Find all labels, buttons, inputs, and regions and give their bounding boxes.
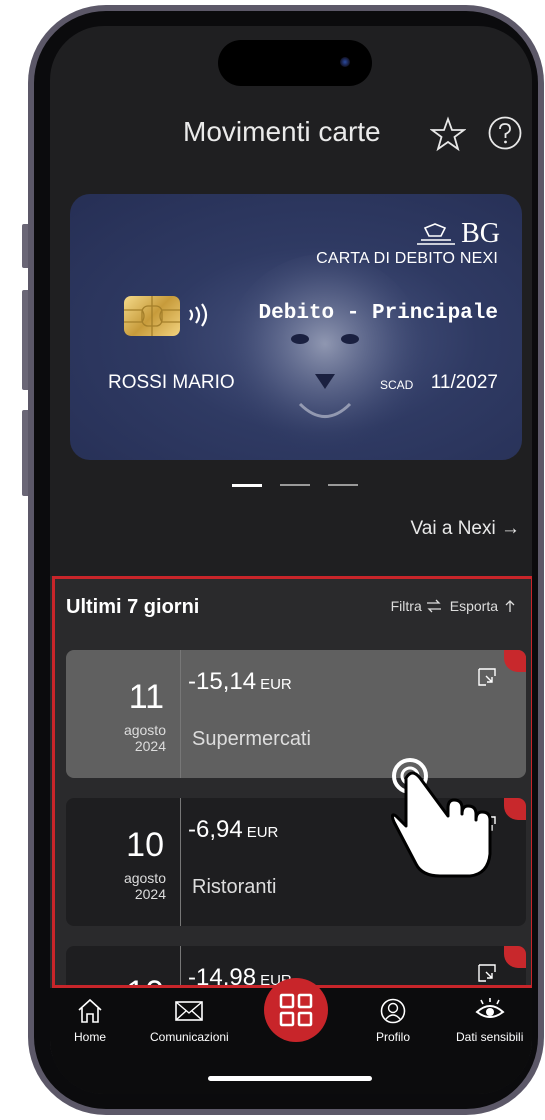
bank-logo-text: BG — [461, 218, 500, 249]
row-divider — [180, 650, 181, 778]
tap-hand-icon — [390, 758, 492, 878]
card-issuer: CARTA DI DEBITO NEXI — [316, 250, 498, 267]
card-type: Debito - Principale — [258, 302, 498, 325]
nav-label-dati-sensibili: Dati sensibili — [456, 1030, 524, 1044]
app-screen: Movimenti carte BG CARTA DI DEBITO NEXI … — [50, 26, 532, 1094]
camera-icon — [340, 57, 350, 67]
nav-label-home: Home — [74, 1030, 107, 1044]
transaction-year: 2024 — [134, 738, 166, 754]
vai-a-nexi-link[interactable]: Vai a Nexi → — [411, 518, 520, 540]
help-icon[interactable] — [488, 116, 522, 150]
transaction-amount: -15,14 EUR — [188, 668, 292, 696]
nav-label-comunicazioni: Comunicazioni — [150, 1030, 229, 1044]
export-button[interactable]: Esporta — [450, 598, 518, 614]
nav-item-comunicazioni[interactable]: Comunicazioni — [150, 998, 229, 1044]
filter-label: Filtra — [390, 598, 422, 614]
star-icon[interactable] — [430, 116, 466, 152]
transactions-actions: Filtra Esporta — [391, 598, 518, 614]
card-page-indicator[interactable] — [232, 484, 358, 488]
open-detail-icon[interactable] — [478, 964, 496, 982]
debit-card[interactable]: BG CARTA DI DEBITO NEXI Debito - Princip… — [70, 194, 522, 460]
main-menu-button[interactable] — [264, 978, 328, 1042]
home-indicator[interactable] — [208, 1076, 372, 1081]
transaction-month: agosto — [123, 722, 166, 738]
transactions-title: Ultimi 7 giorni — [66, 596, 200, 618]
amount-value: -14,98 — [188, 964, 257, 991]
eye-icon — [475, 998, 505, 1018]
nav-item-profilo[interactable]: Profilo — [376, 998, 410, 1044]
export-label: Esporta — [449, 598, 498, 614]
export-icon — [505, 600, 515, 612]
new-indicator-badge — [504, 798, 526, 820]
new-indicator-badge — [504, 946, 526, 968]
transaction-date: 11 agosto 2024 — [66, 650, 180, 778]
grid-icon — [279, 993, 313, 1027]
volume-down-button — [22, 410, 28, 496]
winged-lion-logo-icon — [417, 223, 456, 245]
nav-item-dati-sensibili[interactable]: Dati sensibili — [456, 998, 523, 1044]
transaction-month: agosto — [123, 870, 166, 886]
volume-up-button — [22, 290, 28, 390]
chip-icon — [124, 296, 180, 336]
expiry-date: 11/2027 — [430, 372, 498, 393]
contactless-icon — [189, 303, 208, 327]
page-title: Movimenti carte — [183, 116, 381, 147]
row-divider — [180, 798, 181, 926]
amount-value: -15,14 — [188, 668, 257, 695]
lion-artwork — [225, 254, 425, 454]
mail-icon — [175, 1001, 204, 1021]
new-indicator-badge — [504, 650, 526, 672]
amount-currency: EUR — [246, 824, 279, 841]
transaction-day: 11 — [128, 678, 164, 716]
page-dot-3[interactable] — [328, 484, 358, 486]
dynamic-island — [218, 40, 372, 86]
transaction-category: Ristoranti — [192, 876, 277, 898]
transaction-day: 10 — [126, 826, 164, 864]
card-holder-name: ROSSI MARIO — [108, 372, 235, 393]
filter-button[interactable]: Filtra — [391, 598, 442, 614]
amount-value: -6,94 — [188, 816, 243, 843]
profile-icon — [380, 998, 406, 1024]
open-detail-icon[interactable] — [478, 668, 496, 686]
mute-switch — [22, 224, 28, 268]
page-dot-1[interactable] — [232, 484, 262, 487]
nav-label-profilo: Profilo — [376, 1030, 411, 1044]
transaction-year: 2024 — [134, 886, 166, 902]
expiry-label: SCAD — [380, 378, 414, 392]
nav-item-home[interactable]: Home — [74, 998, 106, 1044]
home-icon — [78, 998, 102, 1023]
transaction-date: 10 agosto 2024 — [66, 798, 180, 926]
filter-icon — [426, 599, 441, 613]
transaction-amount: -6,94 EUR — [188, 816, 278, 844]
bank-logo: BG — [415, 218, 500, 249]
transaction-category: Supermercati — [192, 728, 311, 750]
amount-currency: EUR — [260, 676, 292, 693]
page-dot-2[interactable] — [280, 484, 310, 486]
